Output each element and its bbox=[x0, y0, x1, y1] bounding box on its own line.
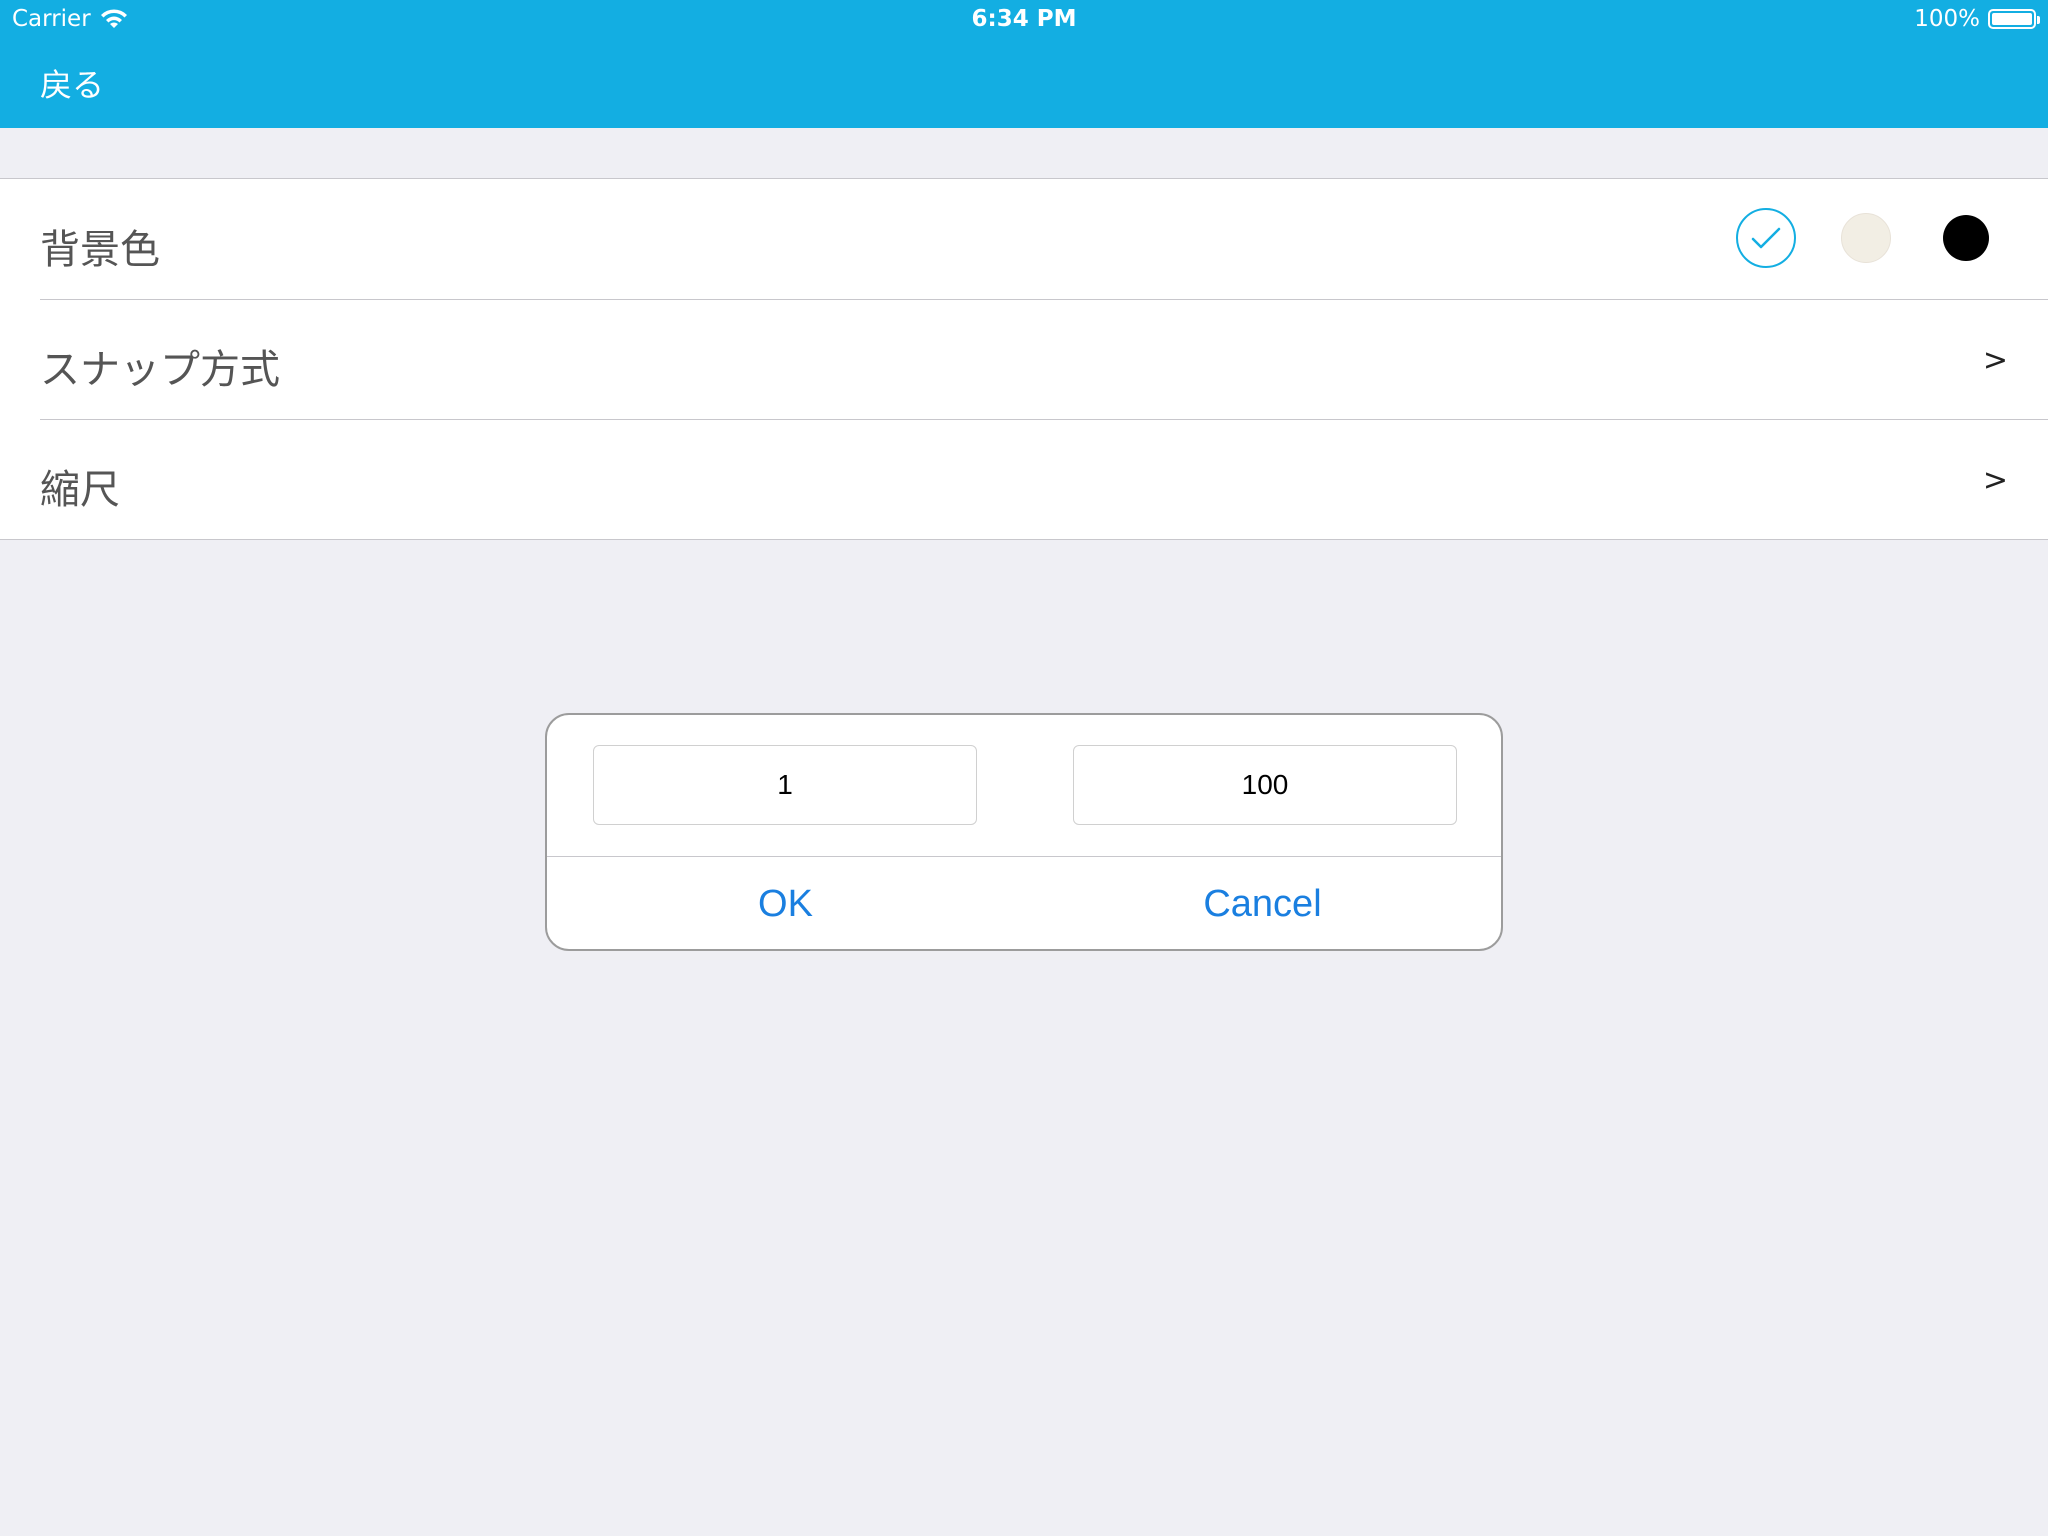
dialog-inputs bbox=[547, 715, 1501, 857]
scale-dialog: OK Cancel bbox=[545, 713, 1503, 951]
status-bar: Carrier 6:34 PM 100% bbox=[0, 0, 2048, 40]
row-snap-mode[interactable]: スナップ方式 > bbox=[0, 299, 2048, 419]
background-color-swatches bbox=[1736, 208, 1996, 268]
cancel-button[interactable]: Cancel bbox=[1024, 857, 1501, 949]
checkmark-icon bbox=[1751, 227, 1781, 249]
header: Carrier 6:34 PM 100% 戻る bbox=[0, 0, 2048, 128]
swatch-black[interactable] bbox=[1943, 215, 1989, 261]
row-label-snap-mode: スナップ方式 bbox=[40, 347, 280, 393]
status-time: 6:34 PM bbox=[971, 6, 1077, 32]
dialog-buttons: OK Cancel bbox=[547, 857, 1501, 949]
battery-percent: 100% bbox=[1914, 6, 1980, 32]
row-scale[interactable]: 縮尺 > bbox=[0, 419, 2048, 539]
chevron-right-icon: > bbox=[1982, 463, 2008, 498]
scale-from-input[interactable] bbox=[593, 745, 977, 825]
chevron-right-icon: > bbox=[1982, 343, 2008, 378]
scale-to-input[interactable] bbox=[1073, 745, 1457, 825]
ok-button[interactable]: OK bbox=[547, 857, 1024, 949]
row-label-background-color: 背景色 bbox=[40, 227, 160, 273]
swatch-white[interactable] bbox=[1736, 208, 1796, 268]
back-button[interactable]: 戻る bbox=[40, 60, 104, 106]
row-label-scale: 縮尺 bbox=[40, 467, 120, 513]
nav-bar: 戻る bbox=[0, 40, 2048, 128]
settings-table: 背景色 スナップ方式 > 縮尺 > bbox=[0, 178, 2048, 540]
battery-icon bbox=[1988, 9, 2040, 29]
row-background-color: 背景色 bbox=[0, 179, 2048, 299]
battery-group: 100% bbox=[1914, 6, 2040, 32]
swatch-cream[interactable] bbox=[1841, 213, 1891, 263]
